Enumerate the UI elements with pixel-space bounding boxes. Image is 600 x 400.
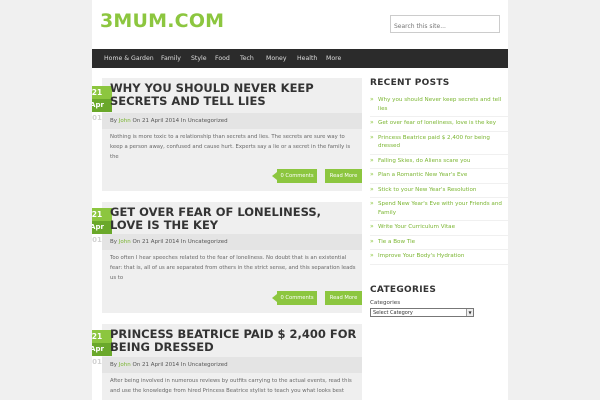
recent-post-link[interactable]: Princess Beatrice paid $ 2,400 for being… [370, 132, 508, 155]
meta-by: By [110, 118, 119, 124]
recent-post-link[interactable]: Plan a Romantic New Year's Eve [370, 169, 508, 184]
nav-item-health[interactable]: Health [297, 55, 317, 62]
categories-label: Categories [370, 299, 401, 306]
post-title[interactable]: Get Over Fear of Loneliness, Love is the… [110, 206, 358, 232]
post-excerpt: After being involved in numerous reviews… [110, 378, 352, 394]
recent-post-link[interactable]: Why you should Never keep secrets and te… [370, 94, 508, 117]
date-day: 21 [92, 86, 112, 99]
comments-button[interactable]: 0 Comments [272, 291, 317, 305]
post-card: 21 Apr 2014 Why You Should Never Keep Se… [92, 78, 362, 191]
date-month: Apr [92, 343, 112, 356]
post-meta: By John On 21 April 2014 In Uncategorize… [102, 113, 362, 129]
meta-date-category: On 21 April 2014 In Uncategorized [130, 239, 228, 245]
main-nav: Home & Garden Family Style Food Tech Mon… [92, 49, 508, 68]
recent-post-link[interactable]: Get over fear of loneliness, love is the… [370, 117, 508, 132]
sidebar: Recent Posts Why you should Never keep s… [370, 78, 508, 317]
nav-item-tech[interactable]: Tech [240, 55, 254, 62]
recent-posts-heading: Recent Posts [370, 78, 450, 88]
recent-posts-list: Why you should Never keep secrets and te… [370, 94, 508, 265]
nav-item-style[interactable]: Style [191, 55, 207, 62]
comments-button[interactable]: 0 Comments [272, 169, 317, 183]
recent-post-link[interactable]: Tie a Bow Tie [370, 236, 508, 250]
meta-by: By [110, 239, 119, 245]
search-input[interactable] [390, 15, 500, 33]
recent-post-link[interactable]: Spend New Year's Eve with your Friends a… [370, 198, 508, 221]
site-header: 3MUM.COM [92, 0, 508, 49]
meta-by: By [110, 362, 119, 368]
post-card: 21 Apr 2014 Princess Beatrice paid $ 2,4… [92, 324, 362, 400]
date-month: Apr [92, 99, 112, 112]
date-day: 21 [92, 208, 112, 221]
post-title[interactable]: Why You Should Never Keep Secrets and Te… [110, 82, 358, 108]
category-select[interactable]: Select Category ▼ [370, 307, 474, 317]
post-card: 21 Apr 2014 Get Over Fear of Loneliness,… [92, 202, 362, 313]
post-meta: By John On 21 April 2014 In Uncategorize… [102, 357, 362, 373]
nav-item-food[interactable]: Food [215, 55, 230, 62]
recent-post-link[interactable]: Falling Skies, do Aliens scare you [370, 155, 508, 169]
nav-item-money[interactable]: Money [266, 55, 287, 62]
post-excerpt: Too often I hear speeches related to the… [110, 255, 356, 281]
post-author-link[interactable]: John [119, 362, 131, 368]
post-author-link[interactable]: John [119, 118, 131, 124]
nav-item-family[interactable]: Family [161, 55, 181, 62]
post-title[interactable]: Princess Beatrice paid $ 2,400 for being… [110, 328, 358, 354]
post-meta: By John On 21 April 2014 In Uncategorize… [102, 234, 362, 250]
date-day: 21 [92, 330, 112, 343]
post-author-link[interactable]: John [119, 239, 131, 245]
read-more-button[interactable]: Read More [325, 291, 362, 305]
page-container: 3MUM.COM Home & Garden Family Style Food… [92, 0, 508, 400]
post-excerpt: Nothing is more toxic to a relationship … [110, 134, 351, 160]
meta-date-category: On 21 April 2014 In Uncategorized [130, 118, 228, 124]
nav-item-more[interactable]: More [326, 55, 341, 62]
read-more-button[interactable]: Read More [325, 169, 362, 183]
nav-item-home-garden[interactable]: Home & Garden [104, 55, 154, 62]
chevron-down-icon: ▼ [466, 308, 473, 316]
meta-date-category: On 21 April 2014 In Uncategorized [130, 362, 228, 368]
categories-heading: Categories [370, 284, 437, 295]
site-logo[interactable]: 3MUM.COM [100, 10, 224, 32]
date-month: Apr [92, 221, 112, 234]
category-select-value: Select Category [373, 309, 413, 316]
recent-post-link[interactable]: Write Your Curriculum Vitae [370, 221, 508, 236]
recent-post-link[interactable]: Improve Your Body's Hydration [370, 250, 508, 265]
recent-post-link[interactable]: Stick to your New Year's Resolution [370, 184, 508, 198]
